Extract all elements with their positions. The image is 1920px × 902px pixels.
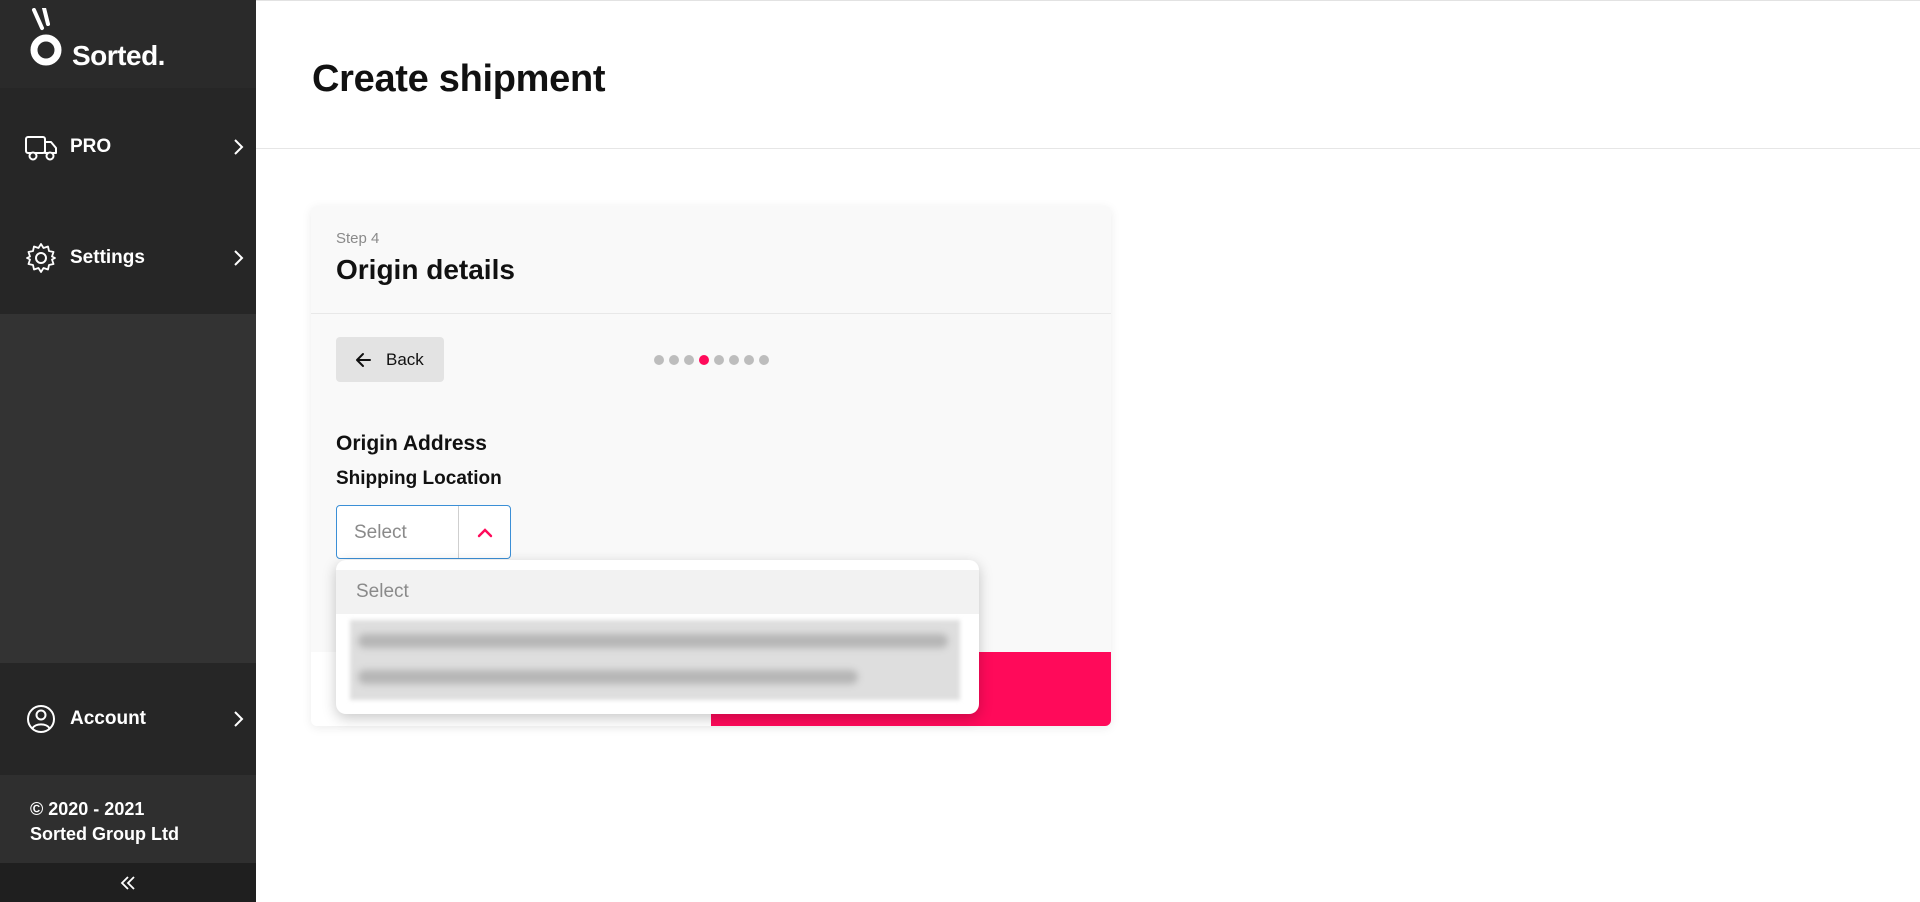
account-section: Account — [0, 663, 256, 775]
back-button-label: Back — [386, 350, 424, 369]
shipping-location-dropdown: Select — [336, 560, 979, 714]
sidebar-item-settings[interactable]: Settings — [0, 230, 256, 286]
progress-dot — [729, 355, 739, 365]
brand-name: Sorted. — [72, 40, 165, 71]
dropdown-option-label: Select — [356, 581, 409, 602]
card-title: Origin details — [336, 254, 515, 285]
dropdown-option-redacted-address[interactable] — [350, 620, 960, 700]
collapse-sidebar-button[interactable] — [0, 863, 256, 902]
sidebar-item-label: Account — [70, 708, 146, 729]
sidebar-item-label: Settings — [70, 247, 145, 268]
gear-icon — [26, 243, 56, 273]
double-chevron-left-icon — [120, 876, 135, 890]
section-title: Origin Address — [336, 432, 487, 455]
page-title: Create shipment — [312, 58, 606, 100]
redacted-text — [358, 634, 948, 648]
redacted-text — [358, 670, 858, 684]
chevron-right-icon — [234, 711, 244, 727]
sidebar-item-account[interactable]: Account — [0, 691, 256, 747]
sidebar: Sorted. PRO Settings Account © 2020 - 20… — [0, 0, 256, 902]
select-value: Select — [354, 522, 407, 543]
shipping-location-select[interactable]: Select — [336, 505, 511, 559]
copyright-company: Sorted Group Ltd — [30, 824, 179, 844]
back-button[interactable]: Back — [336, 337, 444, 382]
user-circle-icon — [27, 705, 55, 733]
dropdown-option-select[interactable]: Select — [336, 570, 979, 614]
sidebar-item-label: PRO — [70, 136, 112, 157]
step-label: Step 4 — [336, 230, 380, 247]
chevron-up-icon — [477, 528, 493, 538]
chevron-right-icon — [234, 250, 244, 266]
shipping-location-label: Shipping Location — [336, 468, 502, 489]
progress-dot — [684, 355, 694, 365]
chevron-right-icon — [234, 139, 244, 155]
page-header: Create shipment — [256, 0, 1920, 149]
sidebar-footer: © 2020 - 2021 Sorted Group Ltd — [0, 775, 256, 863]
arrow-left-icon — [356, 353, 371, 367]
copyright-years: © 2020 - 2021 — [30, 799, 145, 819]
progress-dot — [654, 355, 664, 365]
progress-dot — [714, 355, 724, 365]
sidebar-nav: PRO Settings — [0, 88, 256, 314]
select-divider — [458, 506, 459, 558]
sorted-logo-icon — [30, 8, 62, 66]
progress-dot — [669, 355, 679, 365]
logo[interactable]: Sorted. — [0, 0, 256, 88]
truck-icon — [25, 136, 57, 161]
sidebar-item-pro[interactable]: PRO — [0, 119, 256, 175]
progress-dot — [759, 355, 769, 365]
step-progress-dots — [654, 355, 769, 365]
progress-dot — [744, 355, 754, 365]
copyright: © 2020 - 2021 Sorted Group Ltd — [30, 797, 179, 847]
card-header: Step 4 Origin details — [311, 206, 1111, 314]
progress-dot-active — [699, 355, 709, 365]
